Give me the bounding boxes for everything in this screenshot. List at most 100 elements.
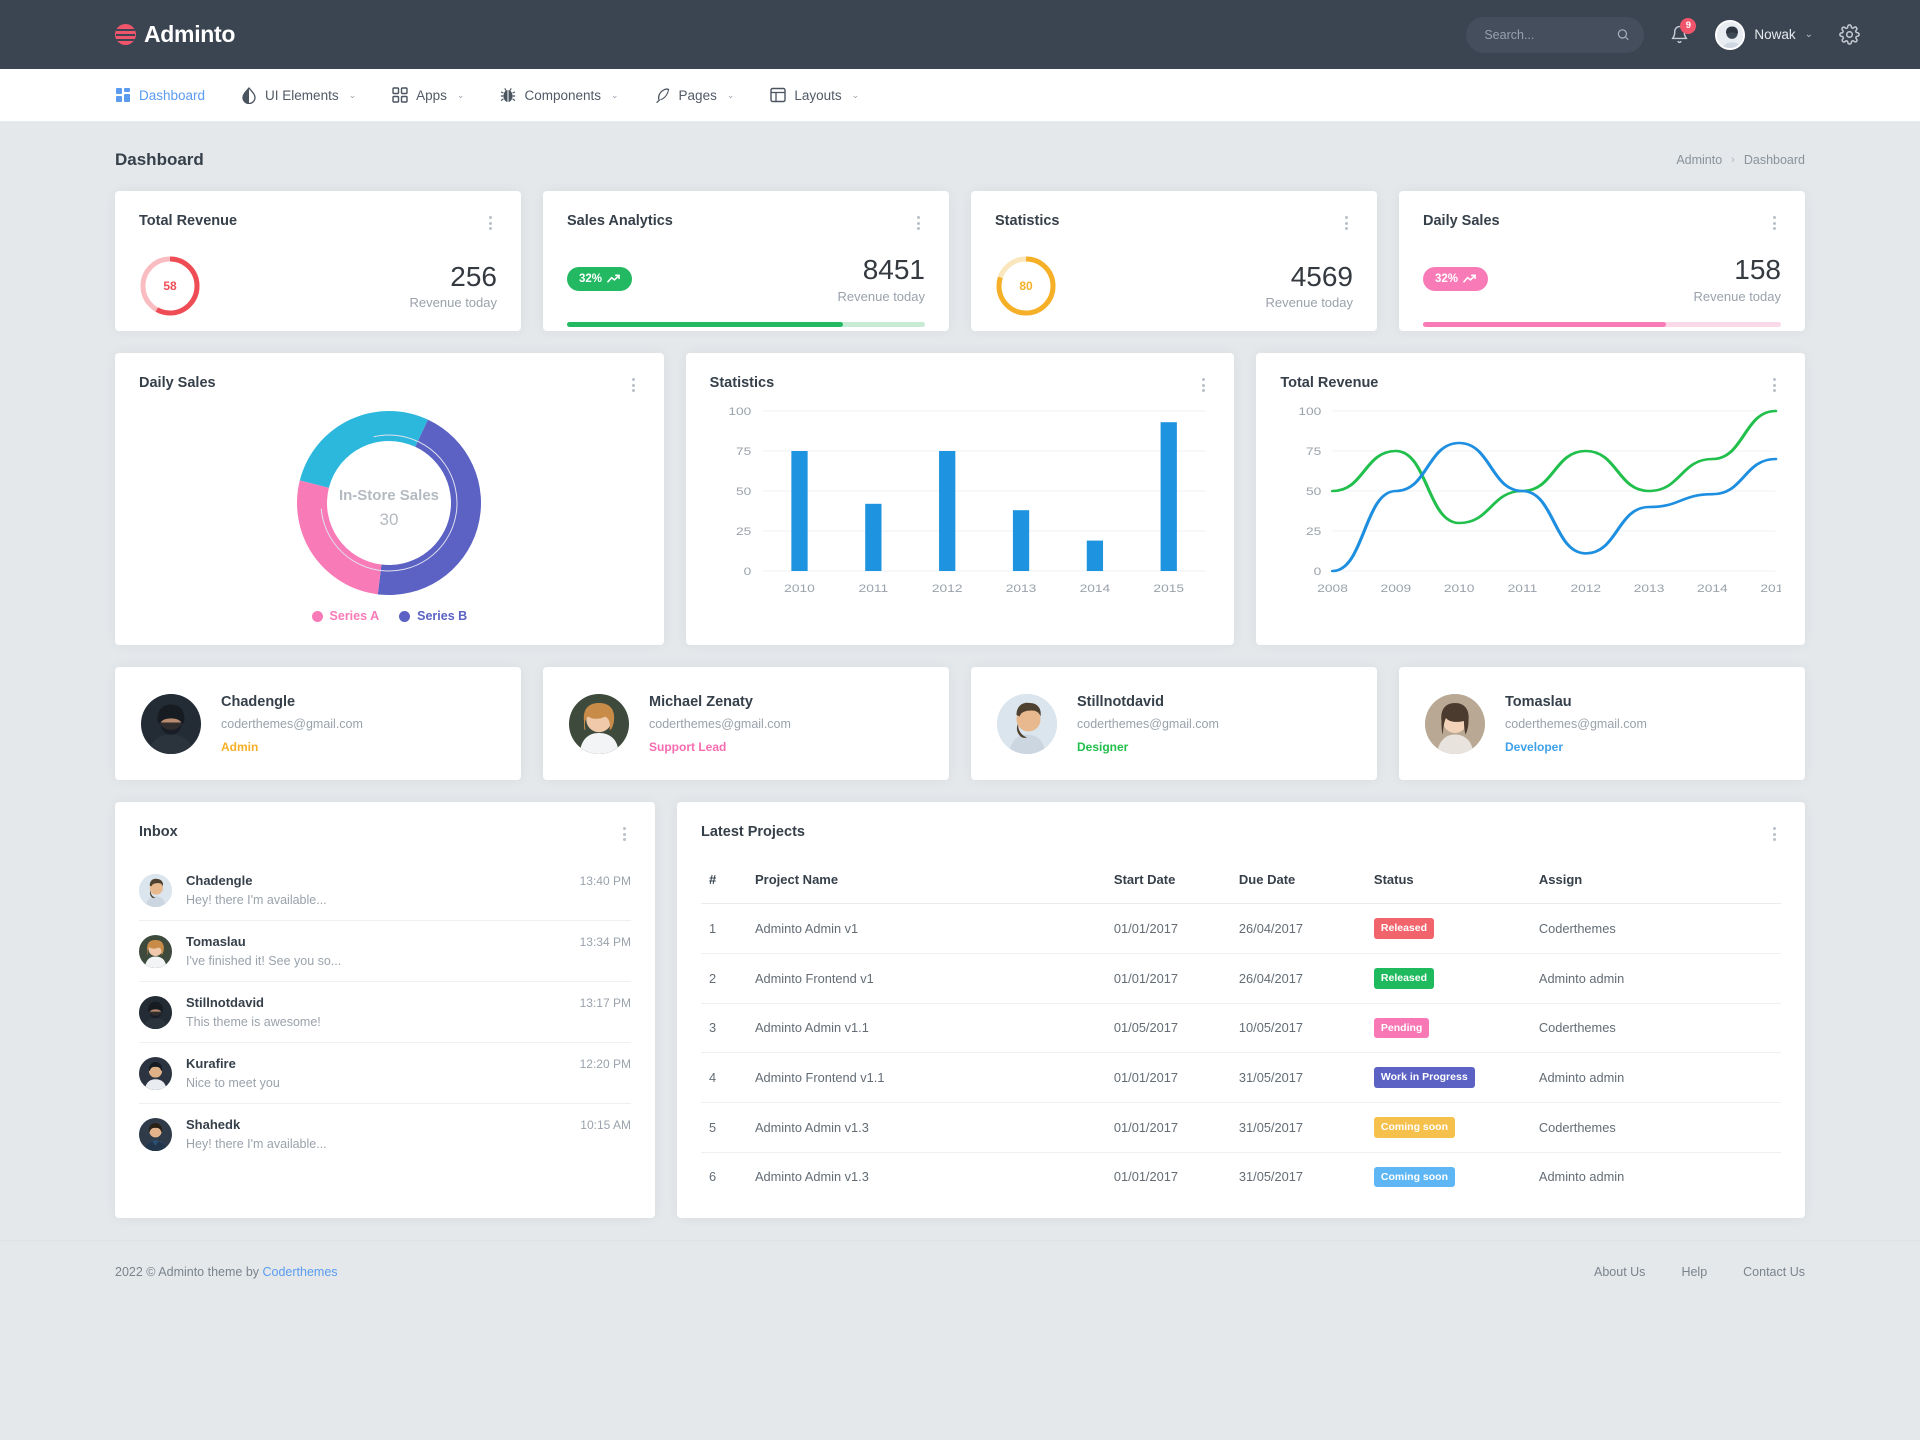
- table-column-header: Start Date: [1106, 862, 1231, 904]
- profile-email: coderthemes@gmail.com: [1505, 717, 1647, 731]
- card-menu-icon[interactable]: [627, 375, 640, 395]
- cell-start-date: 01/01/2017: [1106, 1053, 1231, 1103]
- status-badge: Released: [1374, 968, 1434, 989]
- search-box[interactable]: [1466, 17, 1644, 53]
- search-input[interactable]: [1484, 28, 1616, 42]
- chevron-down-icon: ⌄: [349, 90, 357, 101]
- avatar: [139, 874, 172, 907]
- avatar: [139, 996, 172, 1029]
- card-menu-icon[interactable]: [1768, 824, 1781, 844]
- svg-text:2011: 2011: [1508, 582, 1538, 594]
- list-item[interactable]: ChadengleHey! there I'm available...13:4…: [139, 860, 631, 921]
- table-row[interactable]: 4Adminto Frontend v1.101/01/201731/05/20…: [701, 1053, 1781, 1103]
- widget-card-sales-analytics-1: Sales Analytics32%8451Revenue today: [543, 191, 949, 331]
- bar[interactable]: [1013, 510, 1029, 571]
- message-sender: Stillnotdavid: [186, 995, 566, 1010]
- list-item[interactable]: StillnotdavidThis theme is awesome!13:17…: [139, 982, 631, 1043]
- cell-status: Pending: [1366, 1003, 1531, 1053]
- footer-link-help[interactable]: Help: [1681, 1265, 1707, 1279]
- card-menu-icon[interactable]: [1197, 375, 1210, 395]
- nav-item-apps[interactable]: Apps⌄: [374, 69, 482, 122]
- adminto-logo-icon: [115, 24, 136, 45]
- inbox-card: Inbox ChadengleHey! there I'm available.…: [115, 802, 655, 1218]
- svg-text:100: 100: [1299, 405, 1322, 417]
- total-revenue-line-card: Total Revenue 02550751002008200920102011…: [1256, 353, 1805, 645]
- search-icon[interactable]: [1616, 27, 1630, 42]
- ring-value: 58: [139, 255, 201, 317]
- table-row[interactable]: 2Adminto Frontend v101/01/201726/04/2017…: [701, 953, 1781, 1003]
- bar[interactable]: [1160, 422, 1176, 571]
- table-row[interactable]: 1Adminto Admin v101/01/201726/04/2017Rel…: [701, 904, 1781, 954]
- widget-card-statistics-2: Statistics804569Revenue today: [971, 191, 1377, 331]
- donut-slice[interactable]: [378, 420, 481, 595]
- bar[interactable]: [865, 504, 881, 571]
- card-menu-icon[interactable]: [912, 213, 925, 233]
- table-row[interactable]: 3Adminto Admin v1.101/05/201710/05/2017P…: [701, 1003, 1781, 1053]
- cell-status: Released: [1366, 904, 1531, 954]
- message-preview: I've finished it! See you so...: [186, 954, 566, 968]
- footer-link-contact-us[interactable]: Contact Us: [1743, 1265, 1805, 1279]
- profile-role: Developer: [1505, 740, 1647, 754]
- nav-item-dashboard[interactable]: Dashboard: [115, 69, 223, 122]
- status-badge: Pending: [1374, 1018, 1429, 1039]
- donut-slice[interactable]: [300, 411, 428, 488]
- profile-card[interactable]: Tomaslau coderthemes@gmail.com Developer: [1399, 667, 1805, 780]
- list-item[interactable]: TomaslauI've finished it! See you so...1…: [139, 921, 631, 982]
- message-time: 10:15 AM: [580, 1118, 631, 1132]
- message-time: 13:17 PM: [580, 996, 631, 1010]
- nav-item-pages[interactable]: Pages⌄: [637, 69, 753, 122]
- table-row[interactable]: 5Adminto Admin v1.301/01/201731/05/2017C…: [701, 1102, 1781, 1152]
- status-badge: Coming soon: [1374, 1167, 1455, 1188]
- cell-status: Released: [1366, 953, 1531, 1003]
- footer-link-about-us[interactable]: About Us: [1594, 1265, 1645, 1279]
- card-menu-icon[interactable]: [1340, 213, 1353, 233]
- notifications-button[interactable]: 9: [1670, 25, 1689, 44]
- cell-num: 4: [701, 1053, 747, 1103]
- list-item[interactable]: KurafireNice to meet you12:20 PM: [139, 1043, 631, 1104]
- profile-card[interactable]: Chadenglecoderthemes@gmail.comAdmin: [115, 667, 521, 780]
- svg-text:2015: 2015: [1761, 582, 1781, 594]
- card-menu-icon[interactable]: [618, 824, 631, 844]
- card-menu-icon[interactable]: [1768, 213, 1781, 233]
- card-title: Sales Analytics: [567, 213, 673, 229]
- card-menu-icon[interactable]: [1768, 375, 1781, 395]
- cell-due-date: 31/05/2017: [1231, 1053, 1366, 1103]
- profile-card[interactable]: Michael Zenatycoderthemes@gmail.comSuppo…: [543, 667, 949, 780]
- breadcrumb-item-root[interactable]: Adminto: [1676, 153, 1722, 167]
- bottom-row: Inbox ChadengleHey! there I'm available.…: [115, 802, 1805, 1218]
- brand-logo[interactable]: Adminto: [115, 21, 235, 48]
- line-series[interactable]: [1333, 443, 1776, 571]
- line-series[interactable]: [1333, 411, 1776, 523]
- page-content: Dashboard Adminto › Dashboard Total Reve…: [0, 122, 1920, 1218]
- avatar: [141, 694, 201, 754]
- list-item[interactable]: ShahedkHey! there I'm available...10:15 …: [139, 1104, 631, 1164]
- gear-icon[interactable]: [1839, 24, 1860, 45]
- user-menu[interactable]: Nowak ⌄: [1715, 20, 1813, 50]
- nav-item-label: UI Elements: [265, 88, 339, 103]
- table-row[interactable]: 6Adminto Admin v1.301/01/201731/05/2017C…: [701, 1152, 1781, 1201]
- coderthemes-link[interactable]: Coderthemes: [263, 1265, 338, 1279]
- message-time: 12:20 PM: [580, 1057, 631, 1071]
- bar[interactable]: [939, 451, 955, 571]
- card-menu-icon[interactable]: [484, 213, 497, 233]
- bar[interactable]: [1086, 541, 1102, 571]
- ring-gauge: 80: [995, 255, 1057, 317]
- widget-subtitle: Revenue today: [1694, 289, 1781, 304]
- profiles-row: Chadenglecoderthemes@gmail.comAdminMicha…: [115, 667, 1805, 780]
- bar[interactable]: [791, 451, 807, 571]
- card-title: Inbox: [139, 824, 178, 840]
- legend-item[interactable]: Series A: [312, 609, 380, 623]
- chevron-down-icon[interactable]: ⌄: [1805, 29, 1813, 40]
- cell-status: Coming soon: [1366, 1152, 1531, 1201]
- cell-status: Coming soon: [1366, 1102, 1531, 1152]
- droplet-icon: [241, 87, 257, 104]
- profile-name: Tomaslau: [1505, 694, 1647, 710]
- breadcrumb-item-current[interactable]: Dashboard: [1744, 153, 1805, 167]
- legend-item[interactable]: Series B: [399, 609, 467, 623]
- profile-card[interactable]: Stillnotdavidcoderthemes@gmail.comDesign…: [971, 667, 1377, 780]
- message-sender: Tomaslau: [186, 934, 566, 949]
- progress-bar-fill: [1423, 322, 1666, 327]
- nav-item-ui-elements[interactable]: UI Elements ⌄: [223, 69, 374, 122]
- nav-item-components[interactable]: Components⌄: [482, 69, 636, 122]
- nav-item-layouts[interactable]: Layouts⌄: [752, 69, 877, 122]
